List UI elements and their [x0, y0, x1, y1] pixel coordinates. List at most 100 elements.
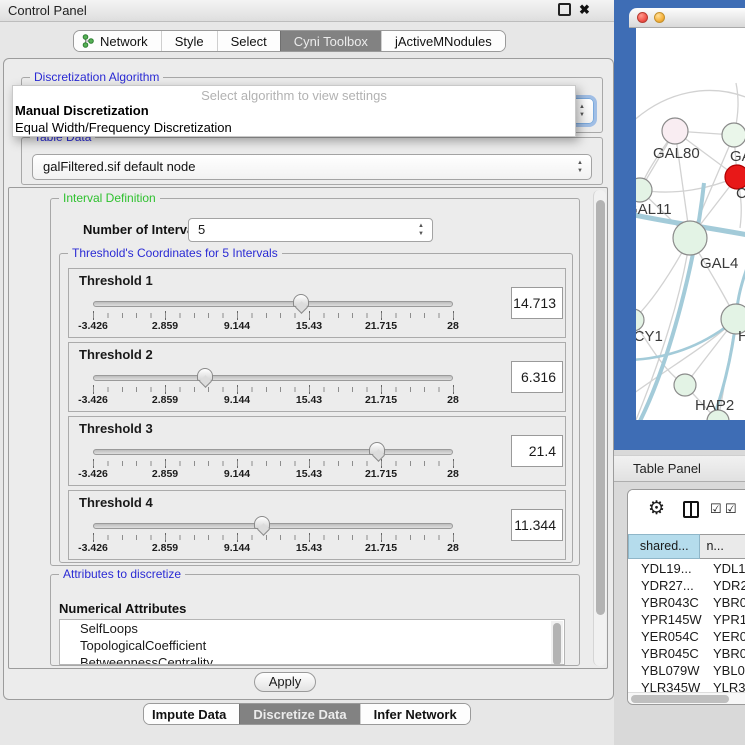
dropdown-option-manual[interactable]: Manual Discretization [15, 103, 149, 118]
node-top-right[interactable] [722, 123, 745, 147]
close-icon[interactable]: ✖ [579, 2, 590, 18]
tab-select[interactable]: Select [217, 31, 280, 51]
column-header-name[interactable]: n... [700, 534, 745, 559]
threshold-3-value-field[interactable]: 21.4 [511, 435, 563, 467]
bottom-tab-bar: Impute Data Discretize Data Infer Networ… [143, 703, 471, 725]
table-row[interactable]: YDL19...YDL1 [628, 560, 745, 577]
cyni-toolbox-panel: Discretization Algorithm ▲▼ Select algor… [3, 58, 614, 700]
attributes-group: Attributes to discretize Numerical Attri… [50, 574, 580, 666]
threshold-2-slider-track[interactable] [93, 375, 453, 381]
group-label: Attributes to discretize [59, 567, 185, 581]
stepper-icons: ▲▼ [577, 159, 583, 175]
table-data-group: Table Data galFiltered.sif default node … [21, 137, 603, 185]
columns-icon[interactable] [683, 501, 699, 518]
slider-tick-labels: -3.426 2.859 9.144 15.43 21.715 28 [93, 320, 453, 334]
threshold-4-slider-thumb[interactable] [254, 516, 270, 529]
threshold-4-slider-track[interactable] [93, 523, 453, 529]
threshold-1-slider-thumb[interactable] [293, 294, 309, 307]
node-label-gal4: GAL4 [700, 255, 738, 272]
stepper-icons: ▲▼ [418, 222, 424, 238]
node-label-gcy1: GCY1 [636, 328, 663, 345]
table-row[interactable]: YBL079WYBL0 [628, 662, 745, 679]
apply-button[interactable]: Apply [254, 672, 316, 692]
close-traffic-light-icon[interactable] [637, 12, 648, 23]
table-panel: ⚙ ☑ ☑ shared... n... YDL19...YDL1 YDR27.… [627, 489, 745, 705]
dropdown-option-equal-width[interactable]: Equal Width/Frequency Discretization [15, 120, 232, 135]
num-intervals-spinner[interactable]: 5 ▲▼ [188, 218, 433, 242]
float-window-icon[interactable] [558, 3, 571, 16]
slider-tick-labels: -3.426 2.859 9.144 15.43 21.715 28 [93, 394, 453, 408]
threshold-2-value-field[interactable]: 6.316 [511, 361, 563, 393]
gear-icon[interactable]: ⚙ [648, 497, 665, 520]
list-item[interactable]: SelfLoops [60, 620, 564, 637]
thresholds-group: Threshold's Coordinates for 5 Intervals … [59, 253, 573, 563]
dropdown-placeholder: Select algorithm to view settings [13, 88, 575, 103]
num-intervals-label: Number of Intervals [83, 222, 205, 237]
network-icon [82, 34, 94, 48]
group-label: Threshold's Coordinates for 5 Intervals [68, 246, 282, 260]
top-tab-bar: Network Style Select Cyni Toolbox jActiv… [73, 30, 506, 52]
slider-tick-labels: -3.426 2.859 9.144 15.43 21.715 28 [93, 542, 453, 556]
minimize-traffic-light-icon[interactable] [654, 12, 665, 23]
network-window-titlebar[interactable] [629, 8, 745, 28]
tab-discretize-data[interactable]: Discretize Data [239, 704, 359, 724]
table-row[interactable]: YER054CYER0 [628, 628, 745, 645]
tab-jactivemnodules[interactable]: jActiveMNodules [381, 31, 505, 51]
threshold-4-value-field[interactable]: 11.344 [511, 509, 563, 541]
column-header-shared[interactable]: shared... [628, 534, 700, 559]
node-label-partial: H [738, 328, 745, 345]
group-label: Discretization Algorithm [30, 70, 163, 84]
network-canvas[interactable]: GAL80 GA C GAL11 GAL4 GCY1 H HAP2 [636, 28, 745, 420]
threshold-1-value-field[interactable]: 14.713 [511, 287, 563, 319]
list-scrollbar[interactable] [551, 621, 563, 665]
control-panel-titlebar: Control Panel ✖ [0, 0, 614, 22]
table-toolbar: ⚙ ☑ ☑ [628, 490, 745, 533]
threshold-label: Threshold 4 [79, 495, 153, 510]
threshold-3-box: Threshold 3 -3.426 2.859 9.144 15.43 21.… [68, 416, 566, 486]
tab-network[interactable]: Network [74, 31, 161, 51]
algorithm-dropdown-popup: Select algorithm to view settings Manual… [12, 85, 576, 137]
panel-title: Control Panel [8, 3, 87, 18]
tab-cyni-toolbox[interactable]: Cyni Toolbox [280, 31, 381, 51]
node-label-partial: GA [730, 148, 745, 165]
tab-infer-network[interactable]: Infer Network [360, 704, 470, 724]
node-gal80[interactable] [662, 118, 688, 144]
table-row[interactable]: YPR145WYPR1 [628, 611, 745, 628]
node-gal4[interactable] [673, 221, 707, 255]
threshold-4-box: Threshold 4 -3.426 2.859 9.144 15.43 21.… [68, 490, 566, 560]
numerical-attributes-title: Numerical Attributes [59, 601, 186, 616]
table-panel-titlebar: Table Panel [614, 455, 745, 482]
threshold-1-slider-track[interactable] [93, 301, 453, 307]
node-label-gal11: GAL11 [636, 201, 672, 218]
tab-label: Network [100, 34, 148, 49]
node-label-partial: C [736, 185, 745, 202]
table-row[interactable]: YBR043CYBR0 [628, 594, 745, 611]
table-panel-title: Table Panel [633, 461, 701, 476]
table-header-row: shared... n... [628, 534, 745, 559]
tab-impute-data[interactable]: Impute Data [144, 704, 239, 724]
list-item[interactable]: BetweennessCentrality [60, 654, 564, 665]
checkbox-icon[interactable]: ☑ [725, 501, 737, 517]
node-label-gal80: GAL80 [653, 145, 700, 162]
table-row[interactable]: YDR27...YDR2 [628, 577, 745, 594]
checkbox-icon[interactable]: ☑ [710, 501, 722, 517]
list-item[interactable]: TopologicalCoefficient [60, 637, 564, 654]
threshold-2-slider-thumb[interactable] [197, 368, 213, 381]
network-view-window: GAL80 GA C GAL11 GAL4 GCY1 H HAP2 [614, 0, 745, 450]
table-horizontal-scrollbar[interactable] [628, 692, 745, 704]
threshold-label: Threshold 1 [79, 273, 153, 288]
table-row[interactable]: YBR045CYBR0 [628, 645, 745, 662]
threshold-3-slider-track[interactable] [93, 449, 453, 455]
tab-style[interactable]: Style [161, 31, 217, 51]
slider-tick-labels: -3.426 2.859 9.144 15.43 21.715 28 [93, 468, 453, 482]
threshold-3-slider-thumb[interactable] [369, 442, 385, 455]
threshold-2-box: Threshold 2 -3.426 2.859 9.144 15.43 21.… [68, 342, 566, 412]
threshold-1-box: Threshold 1 -3.426 2.859 9.144 15.43 21.… [68, 268, 566, 338]
node-hap2[interactable] [674, 374, 696, 396]
numerical-attributes-list[interactable]: SelfLoops TopologicalCoefficient Between… [59, 619, 565, 665]
zoom-traffic-light-icon[interactable] [671, 12, 682, 23]
settings-vertical-scrollbar[interactable] [593, 190, 606, 666]
table-data-combobox[interactable]: galFiltered.sif default node ▲▼ [32, 154, 592, 180]
group-label: Interval Definition [59, 191, 160, 205]
node-label-hap2: HAP2 [695, 397, 734, 414]
